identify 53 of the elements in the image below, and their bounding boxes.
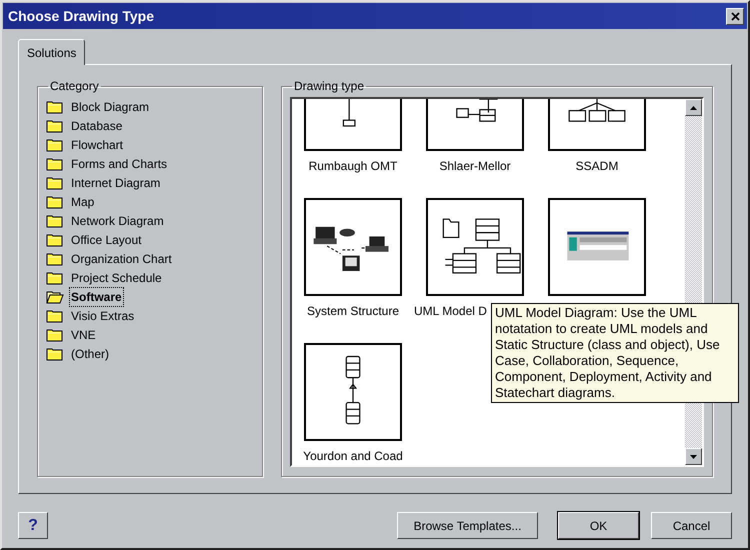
category-item[interactable]: Map bbox=[46, 192, 254, 211]
category-item[interactable]: Project Schedule bbox=[46, 268, 254, 287]
drawing-thumbnail[interactable] bbox=[304, 198, 402, 296]
folder-icon bbox=[46, 214, 64, 228]
category-item[interactable]: Software bbox=[46, 287, 254, 306]
drawing-thumbnail[interactable] bbox=[548, 198, 646, 296]
folder-icon bbox=[46, 118, 64, 132]
down-arrow-icon bbox=[690, 454, 697, 458]
folder-icon bbox=[46, 270, 64, 284]
scroll-up-button[interactable] bbox=[685, 99, 702, 116]
drawing-type-label: Yourdon and Coad bbox=[303, 448, 403, 465]
category-item[interactable]: (Other) bbox=[46, 344, 254, 363]
up-arrow-icon bbox=[690, 106, 697, 110]
folder-icon bbox=[46, 100, 64, 114]
scroll-down-button[interactable] bbox=[685, 448, 702, 465]
folder-icon bbox=[46, 156, 64, 170]
drawing-type-label: Rumbaugh OMT bbox=[308, 158, 398, 175]
folder-icon bbox=[46, 138, 64, 152]
category-item[interactable]: Internet Diagram bbox=[46, 173, 254, 192]
category-item[interactable]: Organization Chart bbox=[46, 249, 254, 268]
folder-icon bbox=[46, 176, 64, 190]
close-button[interactable] bbox=[726, 8, 744, 24]
drawing-thumbnail[interactable] bbox=[304, 343, 402, 441]
tab[interactable]: Solutions bbox=[18, 39, 86, 65]
folder-icon bbox=[46, 308, 64, 322]
category-item[interactable]: Block Diagram bbox=[46, 97, 254, 116]
drawing-type-label: System Structure bbox=[306, 303, 400, 320]
folder-icon bbox=[46, 328, 64, 342]
group-label: Category bbox=[49, 78, 100, 95]
category-item[interactable]: Visio Extras bbox=[46, 306, 254, 325]
drawing-thumbnail[interactable] bbox=[426, 198, 524, 296]
window-title: Choose Drawing Type bbox=[8, 6, 154, 26]
folder-icon bbox=[46, 232, 64, 246]
drawing-type-label: SSADM bbox=[576, 158, 618, 175]
tooltip: UML Model Diagram: Use the UML notatation to create UML models and Static Structure (class and object), Use Case, Collaboration, Sequence, Component, Deployment, Activity and Statechart diagrams. bbox=[491, 303, 739, 403]
folder-icon bbox=[46, 194, 64, 208]
folder-icon bbox=[46, 346, 64, 360]
category-item[interactable]: Office Layout bbox=[46, 230, 254, 249]
drawing-type-label: Shlaer-Mellor bbox=[439, 158, 511, 175]
category-item[interactable]: Flowchart bbox=[46, 135, 254, 154]
category-item[interactable]: Forms and Charts bbox=[46, 154, 254, 173]
dialog-button[interactable]: Cancel bbox=[651, 512, 732, 539]
dialog-button[interactable]: Browse Templates... bbox=[397, 512, 538, 539]
category-item[interactable]: VNE bbox=[46, 325, 254, 344]
close-icon bbox=[730, 12, 740, 20]
category-item[interactable]: Network Diagram bbox=[46, 211, 254, 230]
group-label: Drawing type bbox=[293, 78, 366, 95]
folder-icon bbox=[46, 252, 64, 266]
dialog-button[interactable]: OK bbox=[558, 512, 639, 539]
category-item[interactable]: Database bbox=[46, 116, 254, 135]
open-folder-icon bbox=[46, 290, 64, 304]
drawing-type-label: UML Model D bbox=[414, 303, 487, 320]
help-button[interactable]: ? bbox=[18, 512, 48, 539]
